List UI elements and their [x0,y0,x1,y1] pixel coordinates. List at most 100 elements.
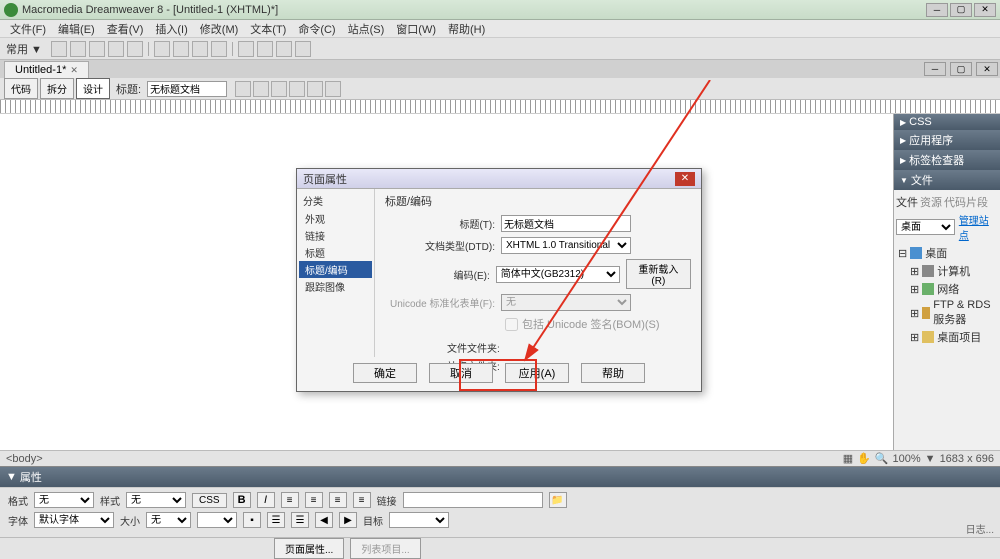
help-button[interactable]: 帮助 [581,363,645,383]
menu-modify[interactable]: 修改(M) [194,21,245,37]
app-panel-header[interactable]: ▶应用程序 [894,130,1000,150]
unordered-list-button[interactable]: ☰ [267,512,285,528]
align-center-button[interactable]: ≡ [305,492,323,508]
preview-icon[interactable] [289,81,305,97]
cat-tracing[interactable]: 跟踪图像 [299,278,372,295]
css-panel-header[interactable]: ▶CSS [894,114,1000,130]
menu-command[interactable]: 命令(C) [292,21,341,37]
hand-tool-icon[interactable]: ✋ [857,452,871,465]
tree-desktop-items[interactable]: ⊞ 桌面项目 [896,328,998,346]
target-select[interactable] [389,512,449,528]
indent-button[interactable]: ▶ [339,512,357,528]
menu-window[interactable]: 窗口(W) [390,21,442,37]
css-button[interactable]: CSS [192,493,227,508]
window-size[interactable]: 1683 x 696 [940,453,994,465]
tag-icon[interactable] [295,41,311,57]
split-view-button[interactable]: 拆分 [40,78,74,99]
dtd-select[interactable]: XHTML 1.0 Transitional [501,237,631,254]
cat-appearance[interactable]: 外观 [299,210,372,227]
align-right-button[interactable]: ≡ [329,492,347,508]
page-title-input[interactable] [147,81,227,97]
anchor-icon[interactable] [89,41,105,57]
tree-network[interactable]: ⊞ 网络 [896,280,998,298]
ok-button[interactable]: 确定 [353,363,417,383]
menu-text[interactable]: 文本(T) [244,21,292,37]
cat-title-encoding[interactable]: 标题/编码 [299,261,372,278]
tag-panel-header[interactable]: ▶标签检查器 [894,150,1000,170]
link-input[interactable] [403,492,543,508]
doc-restore-button[interactable]: ▢ [950,62,972,76]
tree-computer[interactable]: ⊞ 计算机 [896,262,998,280]
menu-view[interactable]: 查看(V) [101,21,150,37]
files-panel-header[interactable]: ▼文件 [894,170,1000,190]
browser-check-icon[interactable] [235,81,251,97]
menu-help[interactable]: 帮助(H) [442,21,491,37]
encoding-select[interactable]: 简体中文(GB2312) [496,266,620,283]
dialog-close-button[interactable]: ✕ [675,172,695,186]
tag-selector[interactable]: <body> [6,453,43,465]
title-input[interactable] [501,215,631,232]
menu-edit[interactable]: 编辑(E) [52,21,101,37]
doc-close-button[interactable]: ✕ [976,62,998,76]
email-icon[interactable] [70,41,86,57]
log-status[interactable]: 日志... [966,521,994,536]
size-select[interactable]: 无 [146,512,191,528]
doc-tab[interactable]: Untitled-1* ✕ [4,61,89,78]
size-unit-select[interactable] [197,512,237,528]
design-view-button[interactable]: 设计 [76,78,110,99]
zoom-value[interactable]: 100% [893,453,921,465]
select-tool-icon[interactable]: ▦ [843,452,853,465]
dialog-titlebar[interactable]: 页面属性 ✕ [297,169,701,189]
minimize-button[interactable]: ─ [926,3,948,17]
site-select[interactable]: 桌面 [896,219,955,235]
files-tab-asset[interactable]: 资源 [920,194,942,210]
doc-tab-close-icon[interactable]: ✕ [70,65,78,76]
style-select[interactable]: 无 [126,492,186,508]
view-options-icon[interactable] [325,81,341,97]
ssi-icon[interactable] [192,41,208,57]
italic-button[interactable]: I [257,492,275,508]
code-view-button[interactable]: 代码 [4,78,38,99]
ordered-list-button[interactable]: ☰ [291,512,309,528]
hyperlink-icon[interactable] [51,41,67,57]
cat-headings[interactable]: 标题 [299,244,372,261]
file-mgmt-icon[interactable] [271,81,287,97]
tree-ftp[interactable]: ⊞ FTP & RDS 服务器 [896,298,998,328]
properties-header[interactable]: ▼属性 [0,466,1000,487]
files-tab-file[interactable]: 文件 [896,194,918,210]
align-justify-button[interactable]: ≡ [353,492,371,508]
template-icon[interactable] [276,41,292,57]
zoom-tool-icon[interactable]: 🔍 [875,452,889,465]
text-color-button[interactable]: ▪ [243,512,261,528]
maximize-button[interactable]: ▢ [950,3,972,17]
cat-links[interactable]: 链接 [299,227,372,244]
image-icon[interactable] [127,41,143,57]
head-icon[interactable] [238,41,254,57]
date-icon[interactable] [173,41,189,57]
reload-button[interactable]: 重新载入(R) [626,259,691,289]
comment-icon[interactable] [211,41,227,57]
cancel-button[interactable]: 取消 [429,363,493,383]
toolbar-category[interactable]: 常用 ▼ [6,41,42,57]
media-icon[interactable] [154,41,170,57]
apply-button[interactable]: 应用(A) [505,363,569,383]
menu-insert[interactable]: 插入(I) [149,21,193,37]
bold-button[interactable]: B [233,492,251,508]
page-properties-button[interactable]: 页面属性... [274,538,344,559]
validate-icon[interactable] [253,81,269,97]
doc-minimize-button[interactable]: ─ [924,62,946,76]
list-item-button[interactable]: 列表项目... [350,538,420,559]
format-select[interactable]: 无 [34,492,94,508]
refresh-icon[interactable] [307,81,323,97]
outdent-button[interactable]: ◀ [315,512,333,528]
menu-file[interactable]: 文件(F) [4,21,52,37]
script-icon[interactable] [257,41,273,57]
close-button[interactable]: ✕ [974,3,996,17]
font-select[interactable]: 默认字体 [34,512,114,528]
table-icon[interactable] [108,41,124,57]
menu-site[interactable]: 站点(S) [342,21,391,37]
files-tab-snippet[interactable]: 代码片段 [944,194,988,210]
manage-sites-link[interactable]: 管理站点 [959,212,998,242]
browse-link-icon[interactable]: 📁 [549,492,567,508]
tree-desktop[interactable]: ⊟ 桌面 [896,244,998,262]
